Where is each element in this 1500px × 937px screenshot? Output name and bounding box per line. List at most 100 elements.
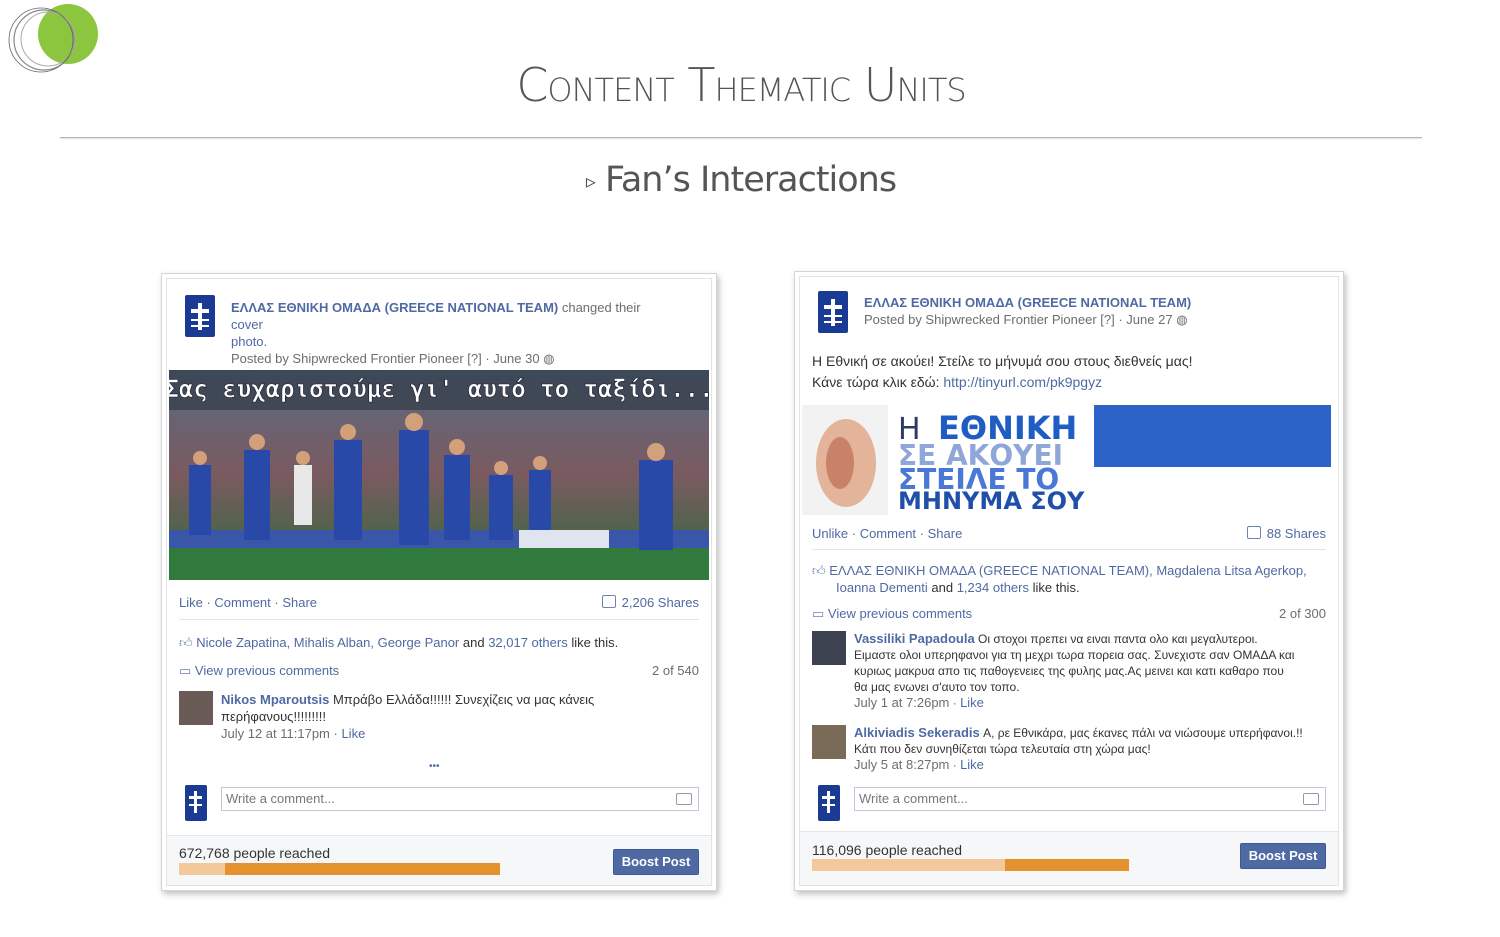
likers-link[interactable]: Nicole Zapatina, Mihalis Alban, George P… (196, 635, 459, 650)
banner-image: Η ΕΘΝΙΚΗ ΣΕ ΑΚΟΥΕΙ ΣΤΕΙΛΕ ΤΟ ΜΗΝΥΜΑ ΣΟΥ (802, 405, 1331, 515)
comment-line-4: θα μας ενωνει σ'αυτο τον τοπο. (854, 680, 1020, 694)
write-comment-input[interactable]: Write a comment... (221, 787, 699, 811)
post-header: ΕΛΛΑΣ ΕΘΝΙΚΗ ΟΜΑΔΑ (GREECE NATIONAL TEAM… (231, 299, 671, 367)
thumbs-up-icon: 👍︎ (812, 563, 826, 578)
post-header: ΕΛΛΑΣ ΕΘΝΙΚΗ ΟΜΑΔΑ (GREECE NATIONAL TEAM… (864, 294, 1304, 328)
speech-bubble-icon: ▭ (179, 663, 192, 678)
share-link[interactable]: Share (282, 595, 317, 610)
view-previous-row: ▭ View previous comments (812, 605, 972, 622)
comment-like-link[interactable]: Like (960, 695, 984, 710)
reach-bar-paid (225, 863, 500, 875)
post-text-2: Κάνε τώρα κλικ εδώ: (812, 374, 944, 390)
shares-label: 88 Shares (1266, 526, 1326, 541)
team-avatar-small (185, 785, 207, 821)
like-link[interactable]: Like (179, 595, 203, 610)
subtitle-text: Fan’s Interactions (604, 160, 897, 200)
likes-summary: 👍︎ ΕΛΛΑΣ ΕΘΝΙΚΗ ΟΜΑΔΑ (GREECE NATIONAL T… (812, 562, 1332, 596)
reach-bar-paid (1005, 859, 1129, 871)
comment-1: Vassiliki Papadoula Οι στοχοι πρεπει να … (854, 631, 1295, 710)
comment-author[interactable]: Vassiliki Papadoula (854, 631, 975, 646)
view-previous-comments[interactable]: View previous comments (828, 606, 972, 621)
team-avatar[interactable] (185, 295, 215, 337)
likers-link[interactable]: ΕΛΛΑΣ ΕΘΝΙΚΗ ΟΜΑΔΑ (GREECE NATIONAL TEAM… (829, 563, 1306, 578)
people-reached: 672,768 people reached (179, 845, 331, 861)
comment-time: July 1 at 7:26pm (854, 695, 950, 710)
cover-photo[interactable]: Σας ευχαριστούμε γι' αυτό το ταξίδι... (169, 370, 709, 580)
comment-link[interactable]: Comment (860, 526, 916, 541)
likes-summary: 👍︎ Nicole Zapatina, Mihalis Alban, Georg… (179, 634, 689, 651)
cover-link[interactable]: cover (231, 317, 263, 332)
commenter-avatar[interactable] (179, 691, 213, 725)
post-url-link[interactable]: http://tinyurl.com/pk9pgyz (943, 374, 1102, 390)
post-card-2: ΕΛΛΑΣ ΕΘΝΙΚΗ ΟΜΑΔΑ (GREECE NATIONAL TEAM… (794, 271, 1344, 891)
reach-bar (179, 863, 500, 875)
write-comment-input[interactable]: Write a comment... (854, 787, 1326, 811)
comment-like-link[interactable]: Like (341, 726, 365, 741)
post-body: Η Εθνική σε ακούει! Στείλε το μήνυμά σου… (812, 351, 1332, 393)
view-previous-comments[interactable]: View previous comments (195, 663, 339, 678)
comment-author[interactable]: Nikos Mparoutsis (221, 692, 329, 707)
comment-like-link[interactable]: Like (960, 757, 984, 772)
likes-and: and (459, 635, 489, 650)
bullet-triangle-icon: ▹ (585, 169, 596, 193)
team-avatar-small (818, 785, 840, 821)
banner-line-4: ΜΗΝΥΜΑ ΣΟΥ (898, 487, 1085, 515)
comment: Nikos Mparoutsis Μπράβο Ελλάδα!!!!!! Συν… (221, 692, 595, 741)
others-link[interactable]: 1,234 others (957, 580, 1029, 595)
comment-author[interactable]: Alkiviadis Sekeradis (854, 725, 980, 740)
comment-placeholder: Write a comment... (226, 791, 335, 806)
page-name-link[interactable]: ΕΛΛΑΣ ΕΘΝΙΚΗ ΟΜΑΔΑ (GREECE NATIONAL TEAM… (864, 295, 1191, 310)
likes-suffix: like this. (567, 635, 619, 650)
divider (179, 619, 699, 620)
divider (812, 549, 1326, 550)
commenter-avatar[interactable] (812, 631, 846, 665)
more-dots[interactable]: ••• (429, 758, 440, 775)
camera-icon[interactable] (676, 793, 692, 805)
comment-line-3: κυριως μακρυα απο τις παθογενειες της φυ… (854, 664, 1284, 678)
unlike-link[interactable]: Unlike (812, 526, 848, 541)
reach-bar (812, 859, 1129, 871)
comment-2: Alkiviadis Sekeradis Α, ρε Εθνικάρα, μας… (854, 725, 1303, 772)
post-text-1: Η Εθνική σε ακούει! Στείλε το μήνυμά σου… (812, 353, 1193, 369)
globe-icon: ◍ (1176, 312, 1188, 327)
photo-link[interactable]: photo. (231, 334, 267, 349)
comment-line-1: Οι στοχοι πρεπει να ειναι παντα ολο και … (974, 632, 1258, 646)
campaign-banner[interactable]: Η ΕΘΝΙΚΗ ΣΕ ΑΚΟΥΕΙ ΣΤΕΙΛΕ ΤΟ ΜΗΝΥΜΑ ΣΟΥ (802, 405, 1336, 515)
post-card-1-inner: ΕΛΛΑΣ ΕΘΝΙΚΗ ΟΜΑΔΑ (GREECE NATIONAL TEAM… (166, 278, 712, 886)
comment-time: July 5 at 8:27pm (854, 757, 950, 772)
comment-line-1: Α, ρε Εθνικάρα, μας έκανες πάλι να νιώσο… (979, 726, 1303, 740)
comment-line-2: Ειμαστε ολοι υπερηφανοι για τη μεχρι τωρ… (854, 648, 1295, 662)
comment-count: 2 of 300 (1279, 606, 1326, 621)
thumbs-up-icon: 👍︎ (179, 635, 193, 650)
boost-post-button[interactable]: Boost Post (1240, 843, 1326, 869)
speech-bubble-icon: ▭ (812, 606, 825, 621)
shares-count[interactable]: 2,206 Shares (601, 594, 699, 611)
comment-line-2: Κάτι που δεν συνηθίζεται τώρα τελευταία … (854, 742, 1151, 756)
page-name-link[interactable]: ΕΛΛΑΣ ΕΘΝΙΚΗ ΟΜΑΔΑ (GREECE NATIONAL TEAM… (231, 300, 558, 315)
commenter-avatar[interactable] (812, 725, 846, 759)
post-card-2-inner: ΕΛΛΑΣ ΕΘΝΙΚΗ ΟΜΑΔΑ (GREECE NATIONAL TEAM… (799, 276, 1339, 886)
share-link[interactable]: Share (928, 526, 963, 541)
shares-count[interactable]: 88 Shares (1246, 525, 1326, 542)
team-avatar[interactable] (818, 291, 848, 333)
team-celebration-image: Σας ευχαριστούμε γι' αυτό το ταξίδι... (169, 370, 709, 580)
posted-by: Posted by Shipwrecked Frontier Pioneer [… (864, 312, 1173, 327)
boost-post-button[interactable]: Boost Post (613, 849, 699, 875)
comment-time: July 12 at 11:17pm (221, 726, 330, 741)
likes-suffix: like this. (1028, 580, 1080, 595)
comment-placeholder: Write a comment... (859, 791, 968, 806)
comment-count: 2 of 540 (652, 663, 699, 678)
camera-icon[interactable] (1303, 793, 1319, 805)
likes-and: and (927, 580, 957, 595)
comment-text-2: περήφανους!!!!!!!!! (221, 709, 326, 724)
slide-subtitle: ▹ Fan’s Interactions (0, 160, 1482, 200)
globe-icon: ◍ (543, 351, 555, 366)
post-action-text: changed their (558, 300, 641, 315)
comment-link[interactable]: Comment (214, 595, 270, 610)
likers-link-2[interactable]: Ioanna Dementi (836, 580, 928, 595)
people-reached: 116,096 people reached (812, 842, 962, 858)
post-card-1: ΕΛΛΑΣ ΕΘΝΙΚΗ ΟΜΑΔΑ (GREECE NATIONAL TEAM… (161, 273, 717, 891)
others-link[interactable]: 32,017 others (488, 635, 568, 650)
comment-text: Μπράβο Ελλάδα!!!!!! Συνεχίζεις να μας κά… (329, 692, 595, 707)
shares-label: 2,206 Shares (621, 595, 699, 610)
